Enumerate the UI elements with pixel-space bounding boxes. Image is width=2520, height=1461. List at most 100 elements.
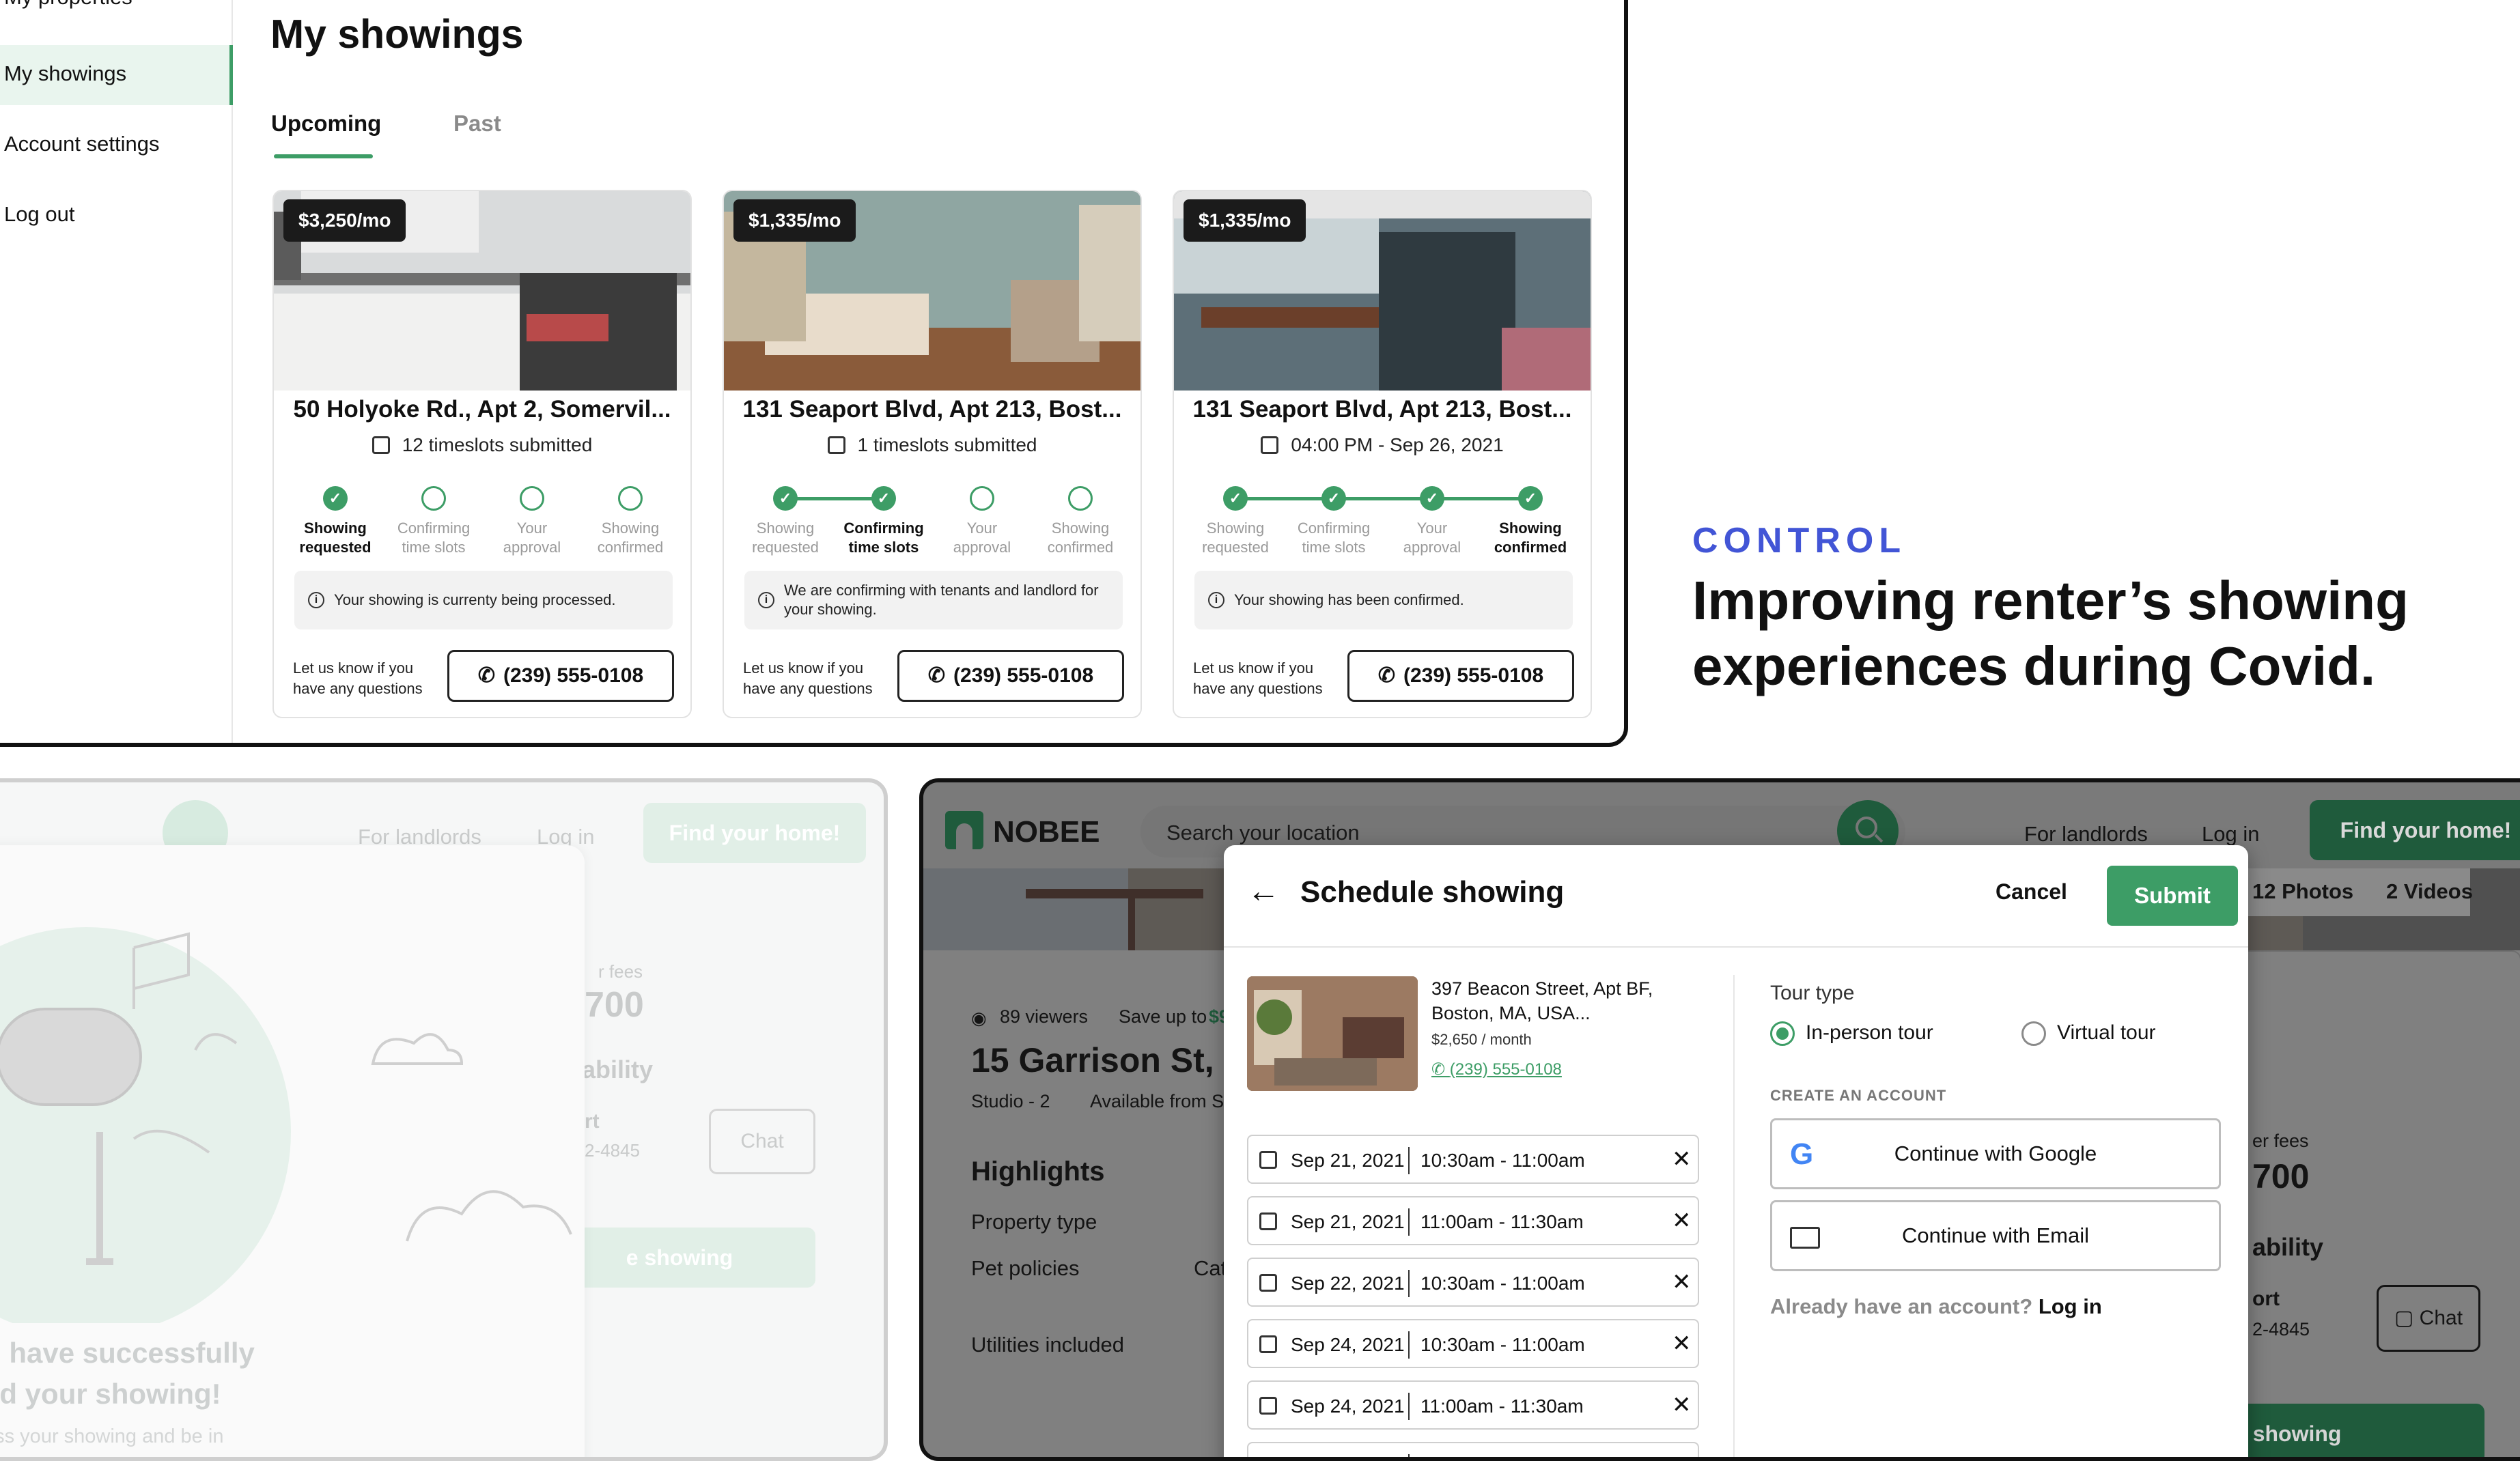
close-icon[interactable]: ✕ (1672, 1453, 1692, 1457)
search-input[interactable]: Search your location (1166, 821, 1360, 845)
tour-inperson-label[interactable]: In-person tour (1806, 1021, 1933, 1045)
schedule-showing-window: NOBEE Search your location For landlords… (919, 778, 2520, 1461)
success-screen-window: For landlords Log in Find your home! r f… (0, 778, 888, 1461)
timeslot-time: 10:30am - 11:00am (1420, 1334, 1585, 1355)
step-pending-icon (421, 486, 446, 511)
tour-type-label: Tour type (1770, 982, 1855, 1004)
listing-summary-address: 397 Beacon Street, Apt BF, Boston, MA, U… (1431, 978, 1653, 1023)
step-label: Your approval (1403, 520, 1461, 556)
help-text: Let us know if you have any questions (293, 659, 423, 697)
cancel-button[interactable]: Cancel (1996, 879, 2067, 905)
step-label: Showing confirmed (1494, 520, 1567, 556)
listing-studio: Studio - 2 (971, 1091, 1050, 1111)
status-message: i Your showing is currenty being processe… (294, 571, 673, 629)
timeslot-row[interactable]: Sep 21, 2021 10:30am - 11:00am ✕ (1247, 1135, 1699, 1184)
sidebar-item-my-properties[interactable]: My properties (4, 0, 132, 10)
step-check-icon: ✓ (1223, 486, 1248, 511)
timeslot-row[interactable]: Sep 24, 2021 11:30am - 12:30pm ✕ (1247, 1442, 1699, 1457)
price-badge: $1,335/mo (1184, 199, 1306, 242)
close-icon[interactable]: ✕ (1672, 1207, 1692, 1234)
call-button[interactable]: ✆ (239) 555-0108 (897, 650, 1124, 702)
success-body-line2: contact soon! (0, 1456, 102, 1457)
close-icon[interactable]: ✕ (1672, 1268, 1692, 1296)
timeslot-divider (1408, 1270, 1410, 1297)
tour-virtual-label[interactable]: Virtual tour (2057, 1021, 2156, 1045)
continue-google-button[interactable]: G Continue with Google (1770, 1118, 2221, 1189)
step-check-icon: ✓ (1420, 486, 1444, 511)
timeslot-row[interactable]: Sep 24, 2021 10:30am - 11:00am ✕ (1247, 1319, 1699, 1368)
listing-address: 15 Garrison St, E (971, 1041, 1246, 1079)
schedule-showing-button[interactable]: e showing (2221, 1404, 2484, 1457)
showing-card[interactable]: $3,250/mo 50 Holyoke Rd., Apt 2, Somervil… (272, 190, 692, 718)
chat-icon: ▢ (2394, 1307, 2414, 1329)
calendar-icon (1259, 1397, 1277, 1415)
tab-active-underline (274, 154, 373, 158)
timeslot-date: Sep 24, 2021 (1291, 1334, 1405, 1355)
card-timeslot-summary: 12 timeslots submitted (274, 434, 690, 456)
listing-summary-phone[interactable]: ✆ (239) 555-0108 (1431, 1060, 1562, 1079)
timeslot-row[interactable]: Sep 22, 2021 10:30am - 11:00am ✕ (1247, 1258, 1699, 1307)
call-button[interactable]: ✆ (239) 555-0108 (1347, 650, 1574, 702)
photos-tab[interactable]: 12 Photos (2252, 879, 2353, 904)
chat-button[interactable]: ▢ Chat (2377, 1285, 2480, 1352)
step-label: Showing requested (1202, 520, 1269, 556)
phone-icon: ✆ (477, 664, 495, 687)
call-button[interactable]: ✆ (239) 555-0108 (447, 650, 674, 702)
eye-icon: ◉ (971, 1008, 987, 1028)
timeslot-date: Sep 21, 2021 (1291, 1150, 1405, 1171)
sidebar-item-log-out[interactable]: Log out (4, 202, 74, 227)
close-icon[interactable]: ✕ (1672, 1391, 1692, 1419)
videos-tab[interactable]: 2 Videos (2386, 879, 2473, 904)
step-label: Showing confirmed (597, 520, 664, 556)
calendar-icon (372, 436, 390, 454)
calendar-icon (1259, 1151, 1277, 1169)
chat-label: Chat (2419, 1307, 2463, 1329)
timeslot-row[interactable]: Sep 21, 2021 11:00am - 11:30am ✕ (1247, 1196, 1699, 1245)
timeslot-divider (1408, 1454, 1410, 1457)
showing-card[interactable]: $1,335/mo 131 Seaport Blvd, Apt 213, Bost… (723, 190, 1142, 718)
step-label: Confirming time slots (843, 520, 924, 556)
radio-virtual[interactable] (2021, 1021, 2046, 1046)
contact-name: rt (585, 1110, 600, 1133)
close-icon[interactable]: ✕ (1672, 1330, 1692, 1357)
step-label: Confirming time slots (1297, 520, 1371, 556)
back-arrow-icon[interactable]: ← (1247, 873, 1280, 910)
page-title: My showings (270, 12, 524, 57)
fees-label: er fees (2252, 1131, 2309, 1151)
sidebar-item-account-settings[interactable]: Account settings (4, 132, 159, 156)
sidebar-item-my-showings[interactable]: My showings (4, 61, 126, 86)
find-home-button[interactable]: Find your home! (2310, 800, 2520, 860)
phone-icon: ✆ (927, 664, 945, 687)
step-label: Your approval (953, 520, 1011, 556)
timeslot-time: 11:00am - 11:30am (1420, 1211, 1584, 1232)
continue-email-button[interactable]: Continue with Email (1770, 1200, 2221, 1271)
card-timeslot-summary: 1 timeslots submitted (724, 434, 1140, 456)
find-home-button[interactable]: Find your home! (643, 803, 866, 863)
step-label: Your approval (503, 520, 561, 556)
nav-log-in[interactable]: Log in (2202, 822, 2259, 847)
timeslot-time: 11:00am - 11:30am (1420, 1395, 1584, 1417)
availability-heading: ability (2252, 1233, 2324, 1261)
submit-button[interactable]: Submit (2107, 866, 2238, 926)
progress-line (1235, 497, 1530, 500)
create-account-label: CREATE AN ACCOUNT (1770, 1087, 1947, 1104)
step-check-icon: ✓ (871, 486, 896, 511)
nobee-logo[interactable]: NOBEE (993, 815, 1100, 849)
tab-upcoming[interactable]: Upcoming (271, 111, 381, 137)
log-in-link[interactable]: Log in (2039, 1294, 2102, 1318)
pet-policies-label: Pet policies (971, 1256, 1080, 1280)
nav-for-landlords[interactable]: For landlords (2024, 822, 2148, 847)
fees-label: r fees (598, 961, 643, 982)
step-label: Showing requested (299, 520, 372, 556)
chat-button[interactable]: Chat (709, 1109, 815, 1174)
showing-card[interactable]: $1,335/mo 131 Seaport Blvd, Apt 213, Bost… (1173, 190, 1592, 718)
timeslot-date: Sep 22, 2021 (1291, 1273, 1405, 1294)
radio-in-person[interactable] (1770, 1021, 1795, 1046)
timeslot-row[interactable]: Sep 24, 2021 11:00am - 11:30am ✕ (1247, 1380, 1699, 1430)
close-icon[interactable]: ✕ (1672, 1146, 1692, 1173)
tab-past[interactable]: Past (453, 111, 501, 137)
calendar-icon (1259, 1335, 1277, 1353)
card-timeslot-summary: 04:00 PM - Sep 26, 2021 (1174, 434, 1591, 456)
viewers-count: 89 viewers (1000, 1006, 1089, 1027)
listing-available: Available from S (1090, 1091, 1224, 1111)
